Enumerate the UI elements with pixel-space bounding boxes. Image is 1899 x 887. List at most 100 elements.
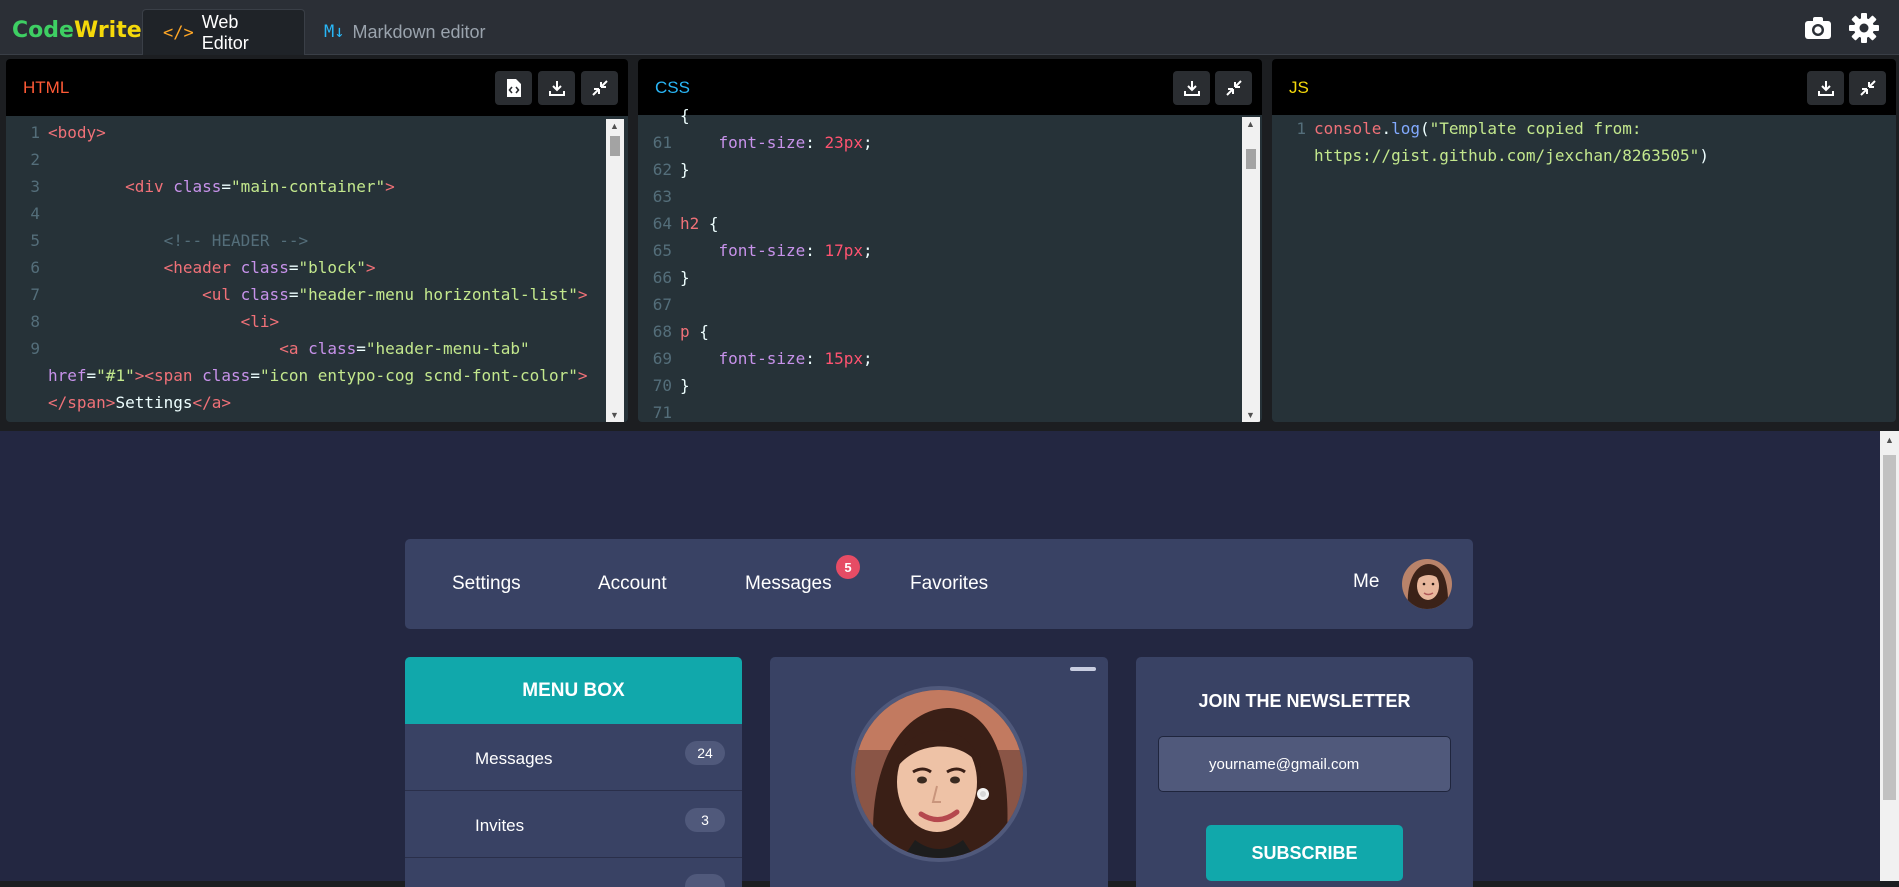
code-line: 6 <header class="block"> xyxy=(6,254,376,281)
code-line: 3 <div class="main-container"> xyxy=(6,173,394,200)
menu-item-partial[interactable] xyxy=(405,858,742,887)
nav-messages[interactable]: Messages xyxy=(745,573,832,595)
nav-account[interactable]: Account xyxy=(598,573,667,595)
email-field[interactable] xyxy=(1158,736,1451,792)
nav-favorites[interactable]: Favorites xyxy=(910,573,988,595)
menu-item-messages[interactable]: Messages 24 xyxy=(405,724,742,791)
newsletter-card: JOIN THE NEWSLETTER SUBSCRIBE xyxy=(1136,657,1473,887)
panel-header: CSS xyxy=(638,59,1262,115)
code-line: 62} xyxy=(638,156,690,183)
newsletter-title: JOIN THE NEWSLETTER xyxy=(1198,691,1411,711)
download-icon[interactable] xyxy=(538,71,575,105)
download-icon[interactable] xyxy=(1807,71,1844,105)
code-line: 71 xyxy=(638,399,680,422)
code-line: 63 xyxy=(638,183,680,210)
code-line: 1 console.log("Template copied from: xyxy=(1272,115,1641,142)
menu-item-count: 3 xyxy=(685,808,725,832)
code-line: 1 <body> xyxy=(6,119,105,146)
line-text: <!-- HEADER --> xyxy=(163,231,309,250)
code-line: 64 h2 { xyxy=(638,210,719,237)
line-number: 62 xyxy=(652,160,672,179)
download-icon[interactable] xyxy=(1173,71,1210,105)
preview-scrollbar[interactable]: ▲ xyxy=(1880,431,1899,881)
menu-item-invites[interactable]: Invites 3 xyxy=(405,791,742,858)
line-number: 8 xyxy=(30,312,40,331)
nav-me[interactable]: Me xyxy=(1353,571,1379,593)
line-text: <li> xyxy=(240,312,280,331)
gear-icon[interactable] xyxy=(1848,12,1880,44)
logo-text-code: Code xyxy=(12,18,74,43)
line-number: 68 xyxy=(652,322,672,341)
line-text: <header class="block"> xyxy=(163,258,376,277)
line-number: 64 xyxy=(652,214,672,233)
minimize-icon[interactable] xyxy=(1215,71,1252,105)
html-code-area[interactable]: 1 <body> 2 3 <div class="main-container"> 4 5… xyxy=(6,119,628,422)
menu-item-count: 24 xyxy=(685,741,725,765)
line-number: 67 xyxy=(652,295,672,314)
tab-web-editor[interactable]: </> Web Editor xyxy=(142,9,305,55)
html-scrollbar[interactable]: ▲ ▼ xyxy=(606,119,624,422)
line-text: h2 { xyxy=(680,214,719,233)
line-text: </span>Settings</a> xyxy=(48,393,232,412)
menu-dash-icon[interactable] xyxy=(1070,667,1096,671)
css-scrollbar[interactable]: ▲ ▼ xyxy=(1242,117,1260,422)
top-bar: CodeWrite </> Web Editor M↓ Markdown edi… xyxy=(0,0,1899,55)
panel-header: HTML xyxy=(6,59,628,116)
tab-markdown-editor[interactable]: M↓ Markdown editor xyxy=(304,9,514,55)
minimize-icon[interactable] xyxy=(1849,71,1886,105)
code-line: 2 xyxy=(6,146,48,173)
code-icon: </> xyxy=(163,22,194,43)
code-line: </span>Settings</a> xyxy=(6,389,231,416)
code-line: 5 <!-- HEADER --> xyxy=(6,227,308,254)
code-line: 9 <a class="header-menu-tab" xyxy=(6,335,530,362)
line-number: 70 xyxy=(652,376,672,395)
css-editor-panel: CSS {61 font-size: 23px; 62} 63 64 h2 {65 fo… xyxy=(638,59,1262,422)
line-number: 6 xyxy=(30,258,40,277)
line-text: } xyxy=(680,376,690,395)
subscribe-button[interactable]: SUBSCRIBE xyxy=(1206,825,1403,881)
line-text: <ul class="header-menu horizontal-list"> xyxy=(202,285,588,304)
line-number: 2 xyxy=(30,150,40,169)
line-text: font-size: 23px; xyxy=(718,133,873,152)
code-line: 8 <li> xyxy=(6,308,279,335)
tab-label: Web Editor xyxy=(201,11,249,53)
line-number: 4 xyxy=(30,204,40,223)
markdown-icon: M↓ xyxy=(324,22,345,42)
line-number: 65 xyxy=(652,241,672,260)
line-text: font-size: 17px; xyxy=(718,241,873,260)
line-text: https://gist.github.com/jexchan/8263505"… xyxy=(1314,146,1709,165)
camera-icon[interactable] xyxy=(1802,12,1834,44)
line-number: 71 xyxy=(652,403,672,422)
panel-header: JS xyxy=(1272,59,1896,115)
css-code-area[interactable]: {61 font-size: 23px; 62} 63 64 h2 {65 font-s… xyxy=(638,106,1262,422)
code-line: 7 <ul class="header-menu horizontal-list… xyxy=(6,281,587,308)
tab-label: Markdown editor xyxy=(352,21,486,42)
html-editor-panel: HTML 1 <body> 2 3 <div class="main-containe… xyxy=(6,59,628,422)
nav-settings[interactable]: Settings xyxy=(452,573,521,595)
logo-text-write: Write xyxy=(73,18,142,43)
js-code-area[interactable]: 1 console.log("Template copied from: https… xyxy=(1272,115,1896,422)
code-line: 69 font-size: 15px; xyxy=(638,345,873,372)
messages-badge: 5 xyxy=(836,555,860,579)
line-text: href="#1"><span class="icon entypo-cog s… xyxy=(48,366,588,385)
avatar[interactable] xyxy=(1402,559,1452,609)
panel-title: JS xyxy=(1289,78,1309,97)
code-line: https://gist.github.com/jexchan/8263505"… xyxy=(1272,142,1709,169)
code-line: 61 font-size: 23px; xyxy=(638,129,873,156)
code-line: 66} xyxy=(638,264,690,291)
minimize-icon[interactable] xyxy=(581,71,618,105)
line-number: 61 xyxy=(652,133,672,152)
line-text: <a class="header-menu-tab" xyxy=(279,339,530,358)
panel-title: HTML xyxy=(23,78,70,97)
code-line: href="#1"><span class="icon entypo-cog s… xyxy=(6,362,587,389)
code-line: 67 xyxy=(638,291,680,318)
format-code-icon[interactable] xyxy=(495,71,532,105)
profile-picture xyxy=(851,686,1027,862)
app-logo: CodeWrite xyxy=(12,18,142,43)
line-text: } xyxy=(680,268,690,287)
code-line: { xyxy=(638,102,690,129)
code-line: 4 xyxy=(6,200,48,227)
profile-card xyxy=(770,657,1108,887)
line-text: } xyxy=(680,160,690,179)
code-line: 65 font-size: 17px; xyxy=(638,237,873,264)
